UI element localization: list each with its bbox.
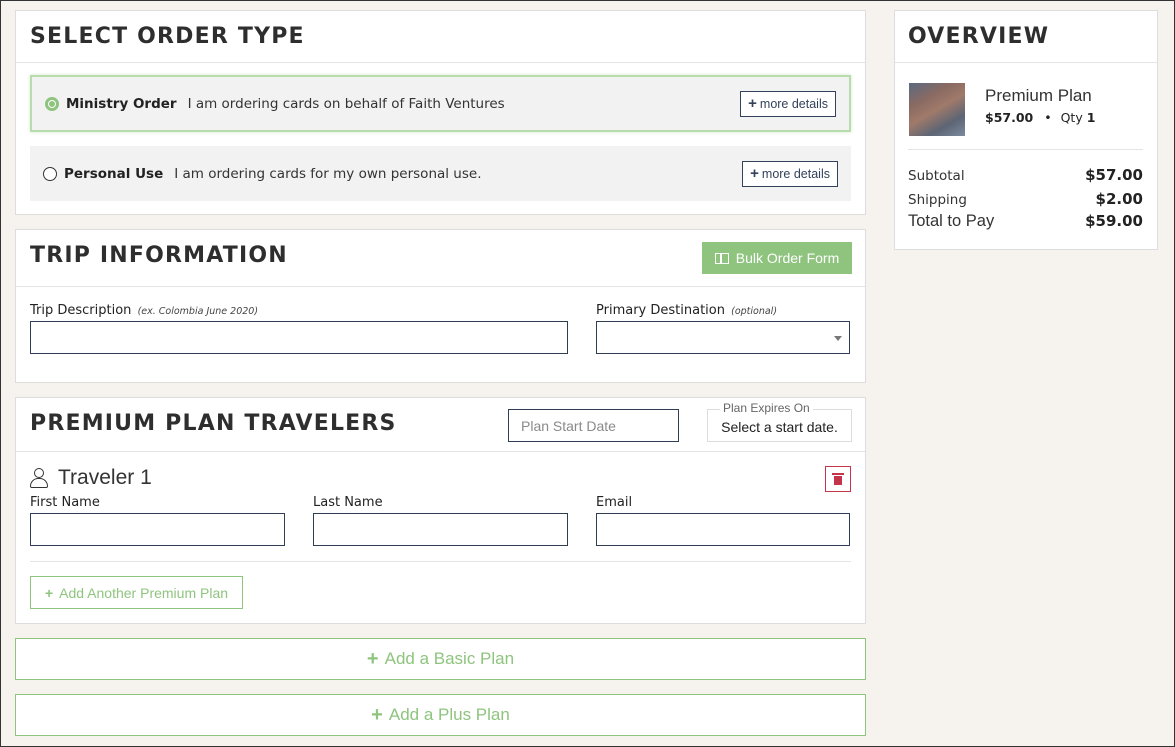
order-option-description: I am ordering cards for my own personal … bbox=[174, 165, 482, 182]
add-another-premium-plan-button[interactable]: + Add Another Premium Plan bbox=[30, 576, 243, 609]
chevron-down-icon bbox=[834, 336, 842, 341]
order-option-description: I am ordering cards on behalf of Faith V… bbox=[187, 95, 505, 112]
primary-destination-label-text: Primary Destination bbox=[596, 303, 725, 318]
delete-traveler-button[interactable] bbox=[825, 466, 851, 492]
divider bbox=[895, 62, 1157, 63]
email-label: Email bbox=[596, 495, 633, 510]
total-value: $59.00 bbox=[1085, 212, 1143, 230]
product-thumbnail bbox=[909, 83, 965, 136]
user-icon bbox=[30, 468, 48, 488]
primary-destination-select[interactable] bbox=[596, 321, 850, 354]
order-option-name: Personal Use bbox=[64, 165, 164, 182]
plan-expires-box: Plan Expires On Select a start date. bbox=[707, 401, 852, 442]
divider bbox=[908, 149, 1143, 150]
bullet-separator: • bbox=[1044, 110, 1052, 125]
email-input[interactable] bbox=[596, 513, 850, 546]
last-name-label: Last Name bbox=[313, 495, 383, 510]
trash-icon bbox=[832, 472, 844, 485]
order-type-panel: SELECT ORDER TYPE Ministry Order I am or… bbox=[15, 10, 866, 215]
subtotal-label: Subtotal bbox=[908, 168, 965, 184]
bulk-order-form-button[interactable]: Bulk Order Form bbox=[702, 242, 852, 274]
order-type-title: SELECT ORDER TYPE bbox=[30, 24, 305, 49]
plus-icon: + bbox=[371, 703, 383, 726]
personal-more-details-button[interactable]: + more details bbox=[742, 160, 838, 187]
divider bbox=[16, 451, 865, 452]
plus-icon: + bbox=[750, 165, 759, 182]
order-option-name: Ministry Order bbox=[66, 95, 177, 112]
first-name-label: First Name bbox=[30, 495, 100, 510]
ministry-more-details-button[interactable]: + more details bbox=[740, 90, 836, 117]
trip-info-panel: TRIP INFORMATION Bulk Order Form Trip De… bbox=[15, 229, 866, 383]
qty-label: Qty bbox=[1060, 110, 1083, 125]
plan-expires-legend: Plan Expires On bbox=[720, 401, 813, 415]
trip-description-hint: (ex. Colombia June 2020) bbox=[137, 306, 259, 317]
plan-start-date-placeholder: Plan Start Date bbox=[521, 417, 616, 434]
shipping-row: Shipping $2.00 bbox=[908, 190, 1143, 208]
premium-travelers-title: PREMIUM PLAN TRAVELERS bbox=[30, 411, 397, 436]
order-option-personal[interactable]: Personal Use I am ordering cards for my … bbox=[30, 146, 851, 201]
plan-start-date-input[interactable]: Plan Start Date bbox=[508, 409, 679, 442]
ministry-radio[interactable] bbox=[45, 96, 59, 111]
plus-icon: + bbox=[366, 647, 379, 670]
shipping-label: Shipping bbox=[908, 192, 967, 208]
traveler-header: Traveler 1 bbox=[30, 466, 152, 490]
plus-icon: + bbox=[748, 95, 757, 112]
add-basic-plan-label: Add a Basic Plan bbox=[384, 649, 515, 668]
overview-panel: OVERVIEW Premium Plan $57.00 • Qty 1 Sub… bbox=[894, 10, 1158, 250]
divider bbox=[16, 286, 865, 287]
book-icon bbox=[714, 252, 729, 264]
total-label: Total to Pay bbox=[908, 212, 995, 230]
divider bbox=[30, 561, 851, 562]
qty-value: 1 bbox=[1086, 110, 1096, 125]
traveler-title: Traveler 1 bbox=[58, 466, 152, 489]
overview-item-meta: $57.00 • Qty 1 bbox=[985, 110, 1095, 125]
order-option-ministry[interactable]: Ministry Order I am ordering cards on be… bbox=[30, 75, 851, 132]
divider bbox=[16, 62, 865, 63]
trip-description-label-text: Trip Description bbox=[30, 303, 132, 318]
total-row: Total to Pay $59.00 bbox=[908, 212, 1143, 231]
first-name-input[interactable] bbox=[30, 513, 285, 546]
subtotal-row: Subtotal $57.00 bbox=[908, 166, 1143, 184]
subtotal-value: $57.00 bbox=[1085, 166, 1143, 184]
add-plus-plan-label: Add a Plus Plan bbox=[388, 705, 510, 724]
trip-description-label: Trip Description (ex. Colombia June 2020… bbox=[30, 303, 258, 318]
trip-description-input[interactable] bbox=[30, 321, 568, 354]
more-details-label: more details bbox=[761, 166, 830, 181]
more-details-label: more details bbox=[759, 96, 828, 111]
overview-item-price: $57.00 bbox=[985, 110, 1034, 125]
add-basic-plan-button[interactable]: + Add a Basic Plan bbox=[15, 638, 866, 680]
last-name-input[interactable] bbox=[313, 513, 568, 546]
add-another-premium-plan-label: Add Another Premium Plan bbox=[59, 584, 229, 601]
primary-destination-label: Primary Destination (optional) bbox=[596, 303, 777, 318]
plan-expires-value: Select a start date. bbox=[721, 418, 838, 435]
add-plus-plan-button[interactable]: + Add a Plus Plan bbox=[15, 694, 866, 736]
shipping-value: $2.00 bbox=[1095, 190, 1143, 208]
personal-radio[interactable] bbox=[43, 166, 57, 181]
premium-travelers-panel: PREMIUM PLAN TRAVELERS Plan Start Date P… bbox=[15, 397, 866, 624]
overview-title: OVERVIEW bbox=[908, 24, 1050, 49]
bulk-order-label: Bulk Order Form bbox=[735, 250, 840, 266]
trip-info-title: TRIP INFORMATION bbox=[30, 243, 288, 268]
plus-icon: + bbox=[44, 584, 54, 601]
primary-destination-hint: (optional) bbox=[731, 306, 778, 317]
overview-item-name: Premium Plan bbox=[985, 86, 1092, 105]
